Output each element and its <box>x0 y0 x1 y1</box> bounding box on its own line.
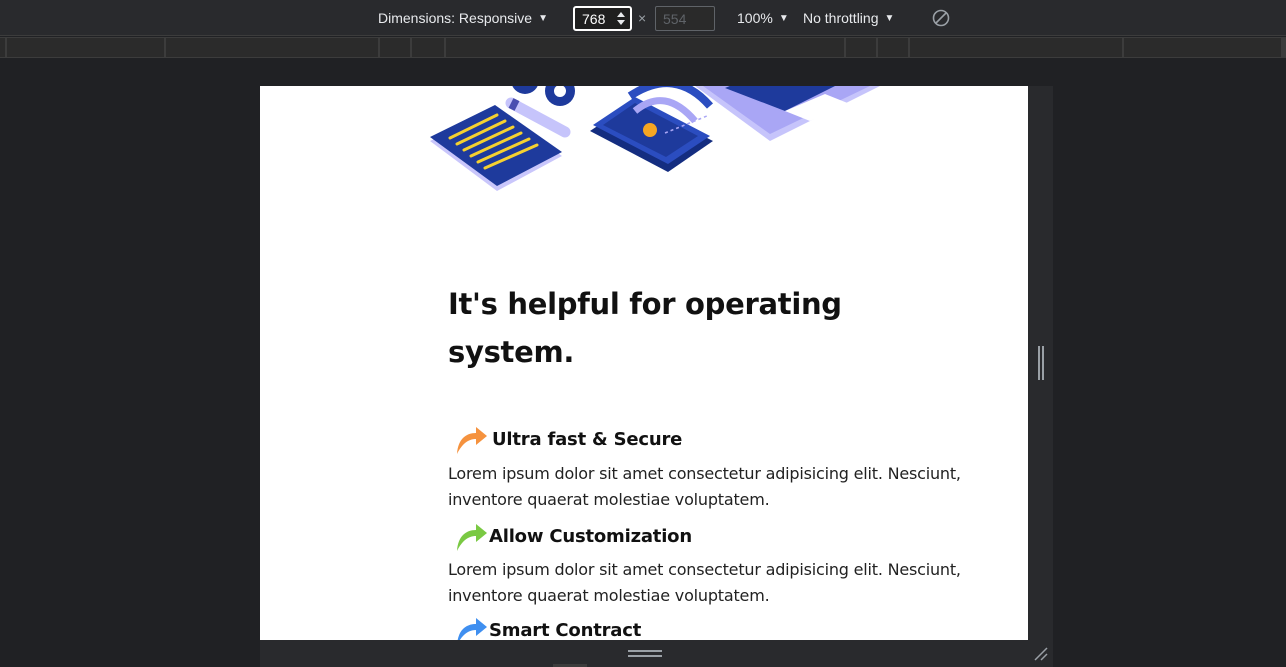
device-toolbar: Dimensions: Responsive ▼ 768 × 554 100% … <box>0 0 1286 36</box>
zoom-dropdown[interactable]: 100% ▼ <box>737 0 789 36</box>
chevron-down-icon: ▼ <box>538 12 548 24</box>
feature-title-row: Allow Customization <box>454 520 692 552</box>
feature-description: Lorem ipsum dolor sit amet consectetur a… <box>448 560 961 605</box>
chevron-down-icon: ▼ <box>884 12 895 24</box>
width-input[interactable]: 768 <box>573 6 632 31</box>
feature-title: Ultra fast & Secure <box>492 428 683 450</box>
dimensions-dropdown[interactable]: Dimensions: Responsive ▼ <box>378 0 548 36</box>
media-query-segment[interactable] <box>1124 38 1281 57</box>
emulated-viewport: It's helpful for operating system. Ultra… <box>260 86 1028 640</box>
media-query-segment[interactable] <box>846 38 876 57</box>
media-query-segment[interactable] <box>7 38 164 57</box>
feature-title-row: Smart Contract <box>454 614 641 640</box>
spinner-icon[interactable] <box>616 11 626 26</box>
feature-title-row: Ultra fast & Secure <box>454 423 682 455</box>
resize-corner-icon[interactable] <box>1032 645 1048 661</box>
height-value: 554 <box>663 10 687 27</box>
feature-title: Smart Contract <box>489 619 642 641</box>
media-query-segment[interactable] <box>878 38 908 57</box>
throttling-label: No throttling <box>803 10 879 26</box>
dimensions-label: Dimensions: Responsive <box>378 10 533 26</box>
feature-title: Allow Customization <box>489 525 692 547</box>
curved-arrow-icon <box>457 524 487 551</box>
times-symbol: × <box>638 10 647 26</box>
zoom-label: 100% <box>737 10 773 26</box>
resize-handle-bottom[interactable] <box>628 650 662 657</box>
hero-illustration <box>430 86 880 191</box>
media-query-segment[interactable] <box>166 38 378 57</box>
height-input[interactable]: 554 <box>655 6 715 31</box>
media-query-segment[interactable] <box>380 38 410 57</box>
media-query-segment[interactable] <box>412 38 444 57</box>
media-query-segment[interactable] <box>446 38 844 57</box>
throttling-dropdown[interactable]: No throttling ▼ <box>803 0 894 36</box>
curved-arrow-icon <box>457 427 487 454</box>
rotate-disabled-icon[interactable] <box>931 8 951 28</box>
width-value: 768 <box>582 10 606 27</box>
chevron-down-icon: ▼ <box>778 12 789 24</box>
media-query-segment[interactable] <box>0 38 5 57</box>
media-query-bar <box>0 37 1286 58</box>
media-query-segment[interactable] <box>910 38 1122 57</box>
page-heading: It's helpful for operating system. <box>448 287 842 369</box>
curved-arrow-icon <box>457 618 487 640</box>
feature-description: Lorem ipsum dolor sit amet consectetur a… <box>448 464 961 509</box>
resize-handle-right[interactable] <box>1038 346 1044 380</box>
